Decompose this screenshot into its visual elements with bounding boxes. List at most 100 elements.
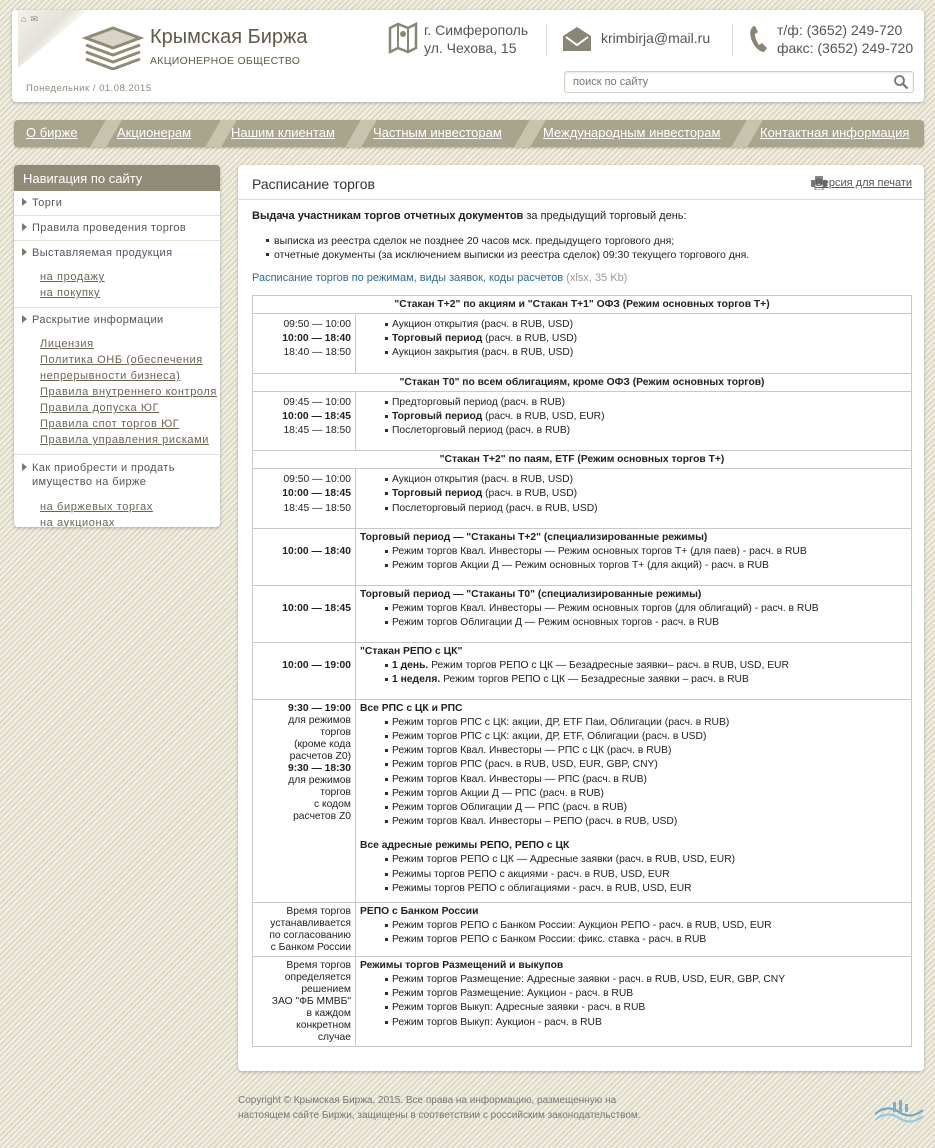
divider [732,24,733,56]
sidebar-subitem-internal-control[interactable]: Правила внутреннего контроля [40,384,220,400]
top-icons: ⌂✉ [21,14,42,25]
sidebar: Навигация по сайту Торги Правила проведе… [14,165,220,527]
site-header: ⌂✉ Крымская Биржа АКЦИОНЕРНОЕ ОБЩЕСТВО П… [12,10,924,102]
phone-icon [750,26,767,52]
search-icon[interactable] [893,74,909,90]
list-item: Режим торгов РПС с ЦК: акции, ДР, ETF, О… [385,730,907,744]
brand-name[interactable]: Крымская Биржа [150,26,308,49]
print-version-link[interactable]: Версия для печати [815,177,912,189]
schedule-download-link[interactable]: Расписание торгов по режимам, виды заяво… [252,272,627,284]
list-item: Режимы торгов РЕПО с акциями - расч. в R… [385,868,907,882]
list-item: отчетные документы (за исключением выпис… [265,249,750,261]
nav-item-clients[interactable]: Нашим клиентам [231,125,335,140]
main-content: Расписание торгов Версия для печати Выда… [238,165,924,1071]
list-item: Послеторговый период (расч. в RUB, USD) [385,502,907,516]
list-item: Режим торгов Облигации Д — РПС (расч. в … [385,801,907,815]
description-cell: Аукцион открытия (расч. в RUB, USD) Торг… [355,313,912,374]
sidebar-submenu: Лицензия Политика ОНБ (обеспечения непрер… [22,326,220,452]
time-cell: 10:00 — 19:00 [252,641,356,700]
phone-number: т/ф: (3652) 249-720 [777,22,903,38]
table-row: 09:50 — 10:00 10:00 — 18:45 18:45 — 18:50 … [252,468,912,529]
sidebar-subitem-purchase[interactable]: на покупку [40,285,220,301]
logo-icon[interactable] [82,24,144,70]
nav-item-about[interactable]: О бирже [26,125,78,140]
list-item: Режим торгов РЕПО с Банком России: фикс.… [385,933,907,947]
page-title: Расписание торгов [252,176,375,192]
table-row: 09:45 — 10:00 10:00 — 18:45 18:45 — 18:50 … [252,390,912,452]
description-cell: Аукцион открытия (расч. в RUB, USD) Торг… [355,468,912,529]
table-row: Время торгов устанавливается по согласован… [252,902,912,958]
footer-logo-icon[interactable] [873,1098,925,1124]
table-row: 10:00 — 18:45 Торговый период — "Стаканы… [252,584,912,643]
list-item: Режим торгов РЕПО с Банком России: Аукци… [385,919,907,933]
list-item: Режим торгов Квал. Инвесторы — Режим осн… [385,602,907,616]
list-item: Послеторговый период (расч. в RUB) [385,424,907,438]
table-header-row: "Стакан Т0" по всем облигациям, кроме ОФ… [252,372,912,392]
list-item: Режимы торгов РЕПО с облигациями - расч.… [385,882,907,896]
sidebar-subitem-sale[interactable]: на продажу [40,269,220,285]
trading-schedule-table: "Стакан Т+2" по акциям и "Стакан Т+1" ОФ… [252,295,912,1048]
description-cell: Торговый период — "Стаканы Т+2" (специал… [355,527,912,586]
description-cell: Все РПС с ЦК и РПС Режим торгов РПС с ЦК… [355,698,912,904]
description-cell: "Стакан РЕПО с ЦК" 1 день. Режим торгов … [355,641,912,700]
time-cell: 10:00 — 18:45 [252,584,356,643]
table-header-row: "Стакан Т+2" по акциям и "Стакан Т+1" ОФ… [252,295,912,314]
description-cell: Режимы торгов Размещений и выкупов Режим… [355,956,912,1048]
list-item: Режим торгов Размещение: Аукцион - расч.… [385,987,907,1001]
mail-small-icon[interactable]: ✉ [30,14,42,24]
list-item: 1 день. Режим торгов РЕПО с ЦК — Безадре… [385,659,907,673]
sidebar-item-how-to-trade[interactable]: Как приобрести и продать имущество на бир… [14,454,220,527]
time-cell: Время торгов устанавливается по согласован… [252,902,356,958]
sidebar-subitem-auctions[interactable]: на аукционах [40,515,220,527]
list-item: Режим торгов РПС с ЦК: акции, ДР, ETF Па… [385,716,907,730]
triangle-right-icon [22,248,27,256]
nav-item-contacts[interactable]: Контактная информация [760,125,909,140]
list-item: Режим торгов Размещение: Адресные заявки… [385,973,907,987]
main-nav: О бирже Акционерам Нашим клиентам Частны… [14,120,924,147]
sidebar-submenu: на продажу на покупку [22,259,220,305]
triangle-right-icon [22,223,27,231]
lead-text: Выдача участникам торгов отчетных докуме… [252,210,687,222]
list-item: Режим торгов Квал. Инвесторы — РПС с ЦК … [385,744,907,758]
sidebar-subitem-admission-rules[interactable]: Правила допуска ЮГ [40,400,220,416]
table-row: 10:00 — 19:00 "Стакан РЕПО с ЦК" 1 день.… [252,641,912,700]
address: г. Симферополь ул. Чехова, 15 [424,21,528,57]
table-row: 9:30 — 19:00 для режимов торгов (кроме код… [252,698,912,904]
fax-number: факс: (3652) 249-720 [777,40,914,56]
triangle-right-icon [22,198,27,206]
divider [546,24,547,56]
sidebar-subitem-exchange-trading[interactable]: на биржевых торгах [40,499,220,515]
sidebar-subitem-spot-rules[interactable]: Правила спот торгов ЮГ [40,416,220,432]
time-cell: 10:00 — 18:40 [252,527,356,586]
nav-item-shareholders[interactable]: Акционерам [117,125,191,140]
list-item: Режим торгов Облигации Д — Режим основны… [385,616,907,630]
sidebar-item-products[interactable]: Выставляемая продукция на продажу на пок… [14,240,220,307]
triangle-right-icon [22,463,27,471]
sidebar-subitem-risk-rules[interactable]: Правила управления рисками [40,432,220,448]
address-city: г. Симферополь [424,22,529,38]
phones: т/ф: (3652) 249-720 факс: (3652) 249-720 [777,21,913,57]
sidebar-item-rules[interactable]: Правила проведения торгов [14,215,220,240]
nav-item-private-investors[interactable]: Частным инвесторам [373,125,502,140]
nav-item-international-investors[interactable]: Международным инвесторам [543,125,720,140]
table-row: Время торгов определяется решением ЗАО "ФБ … [252,956,912,1048]
divider [238,199,924,200]
list-item: Режим торгов Выкуп: Аукцион - расч. в RU… [385,1016,907,1030]
table-row: 10:00 — 18:40 Торговый период — "Стаканы… [252,527,912,586]
list-item: Режим торгов Акции Д — РПС (расч. в RUB) [385,787,907,801]
time-cell: 9:30 — 19:00 для режимов торгов (кроме код… [252,698,356,904]
sidebar-subitem-continuity-policy[interactable]: Политика ОНБ (обеспечения непрерывности б… [40,352,220,384]
table-header-row: "Стакан Т+2" по паям, ETF (Режим основны… [252,450,912,470]
documents-list: выписка из реестра сделок не позднее 20 … [265,234,750,262]
search-input[interactable] [565,72,885,92]
table-section-header: "Стакан Т0" по всем облигациям, кроме ОФ… [252,372,912,392]
sidebar-subitem-license[interactable]: Лицензия [40,336,220,352]
list-item: Режим торгов Квал. Инвесторы — Режим осн… [385,545,907,559]
nav-divider [514,120,546,147]
list-item: Предторговый период (расч. в RUB) [385,396,907,410]
list-item: Режим торгов Квал. Инвесторы – РЕПО (рас… [385,815,907,829]
email-link[interactable]: krimbirja@mail.ru [601,30,710,46]
sidebar-item-disclosure[interactable]: Раскрытие информации Лицензия Политика О… [14,307,220,454]
list-item: Аукцион открытия (расч. в RUB, USD) [385,473,907,487]
sidebar-item-trading[interactable]: Торги [14,191,220,215]
